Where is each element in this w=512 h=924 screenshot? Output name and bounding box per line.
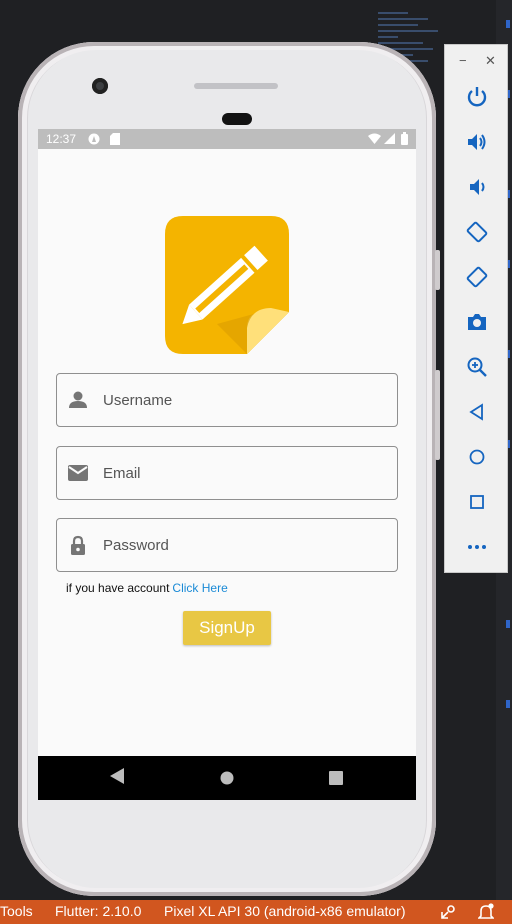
power-icon — [467, 87, 487, 107]
close-icon[interactable]: ✕ — [485, 53, 496, 69]
volume-up-button[interactable] — [463, 128, 491, 156]
zoom-icon — [467, 357, 487, 377]
nav-back-icon[interactable] — [110, 768, 124, 789]
ide-status-bar: Tools Flutter: 2.10.0 Pixel XL API 30 (a… — [0, 900, 512, 924]
earpiece-speaker — [194, 83, 278, 89]
power-button[interactable] — [463, 83, 491, 111]
zoom-button[interactable] — [463, 353, 491, 381]
overview-icon — [470, 495, 484, 509]
notifications-bell-icon[interactable] — [477, 903, 495, 924]
app-screen: 12:37 Username Email if you have account… — [38, 129, 416, 800]
rotate-right-button[interactable] — [463, 263, 491, 291]
emulator-toolbar: − ✕ — [444, 44, 508, 573]
status-time: 12:37 — [46, 132, 77, 146]
front-camera — [92, 78, 108, 94]
proximity-sensor — [222, 113, 252, 125]
envelope-icon — [67, 462, 89, 484]
minimize-icon[interactable]: − — [459, 53, 467, 68]
phone-side-button — [435, 250, 440, 290]
phone-volume-button — [435, 370, 440, 460]
app-logo — [165, 216, 289, 359]
lock-icon — [67, 534, 89, 556]
login-prompt: if you have account Click Here — [66, 581, 228, 595]
nav-home-icon[interactable] — [220, 771, 234, 790]
wifi-icon — [368, 133, 381, 147]
login-prompt-text: if you have account — [66, 581, 170, 595]
email-input[interactable] — [101, 447, 385, 499]
home-icon — [469, 449, 485, 465]
password-input[interactable] — [101, 519, 385, 571]
back-button[interactable] — [463, 398, 491, 426]
live-share-icon[interactable] — [440, 904, 456, 923]
person-icon — [67, 389, 89, 411]
volume-down-button[interactable] — [463, 173, 491, 201]
flutter-version[interactable]: Flutter: 2.10.0 — [55, 903, 141, 919]
login-link[interactable]: Click Here — [172, 581, 227, 595]
signup-button[interactable]: SignUp — [183, 611, 271, 645]
home-button[interactable] — [463, 443, 491, 471]
more-icon — [468, 545, 486, 549]
notification-icon — [88, 133, 100, 148]
username-field[interactable] — [56, 373, 398, 427]
password-field[interactable] — [56, 518, 398, 572]
volume-down-icon — [470, 179, 485, 195]
nav-overview-icon[interactable] — [329, 771, 343, 790]
volume-up-icon — [468, 134, 486, 150]
camera-icon — [468, 314, 486, 330]
android-status-bar: 12:37 — [38, 129, 416, 149]
back-icon — [469, 403, 483, 421]
android-nav-bar — [38, 756, 416, 800]
rotate-left-icon — [466, 221, 488, 243]
battery-icon — [401, 132, 408, 148]
signal-icon — [384, 133, 395, 147]
device-selector[interactable]: Pixel XL API 30 (android-x86 emulator) — [164, 903, 406, 919]
overview-button[interactable] — [463, 488, 491, 516]
sd-card-icon — [110, 133, 120, 148]
tools-label[interactable]: Tools — [0, 903, 33, 919]
rotate-right-icon — [466, 266, 488, 288]
more-button[interactable] — [463, 533, 491, 561]
screenshot-button[interactable] — [463, 308, 491, 336]
email-field[interactable] — [56, 446, 398, 500]
username-input[interactable] — [101, 374, 385, 426]
rotate-left-button[interactable] — [463, 218, 491, 246]
